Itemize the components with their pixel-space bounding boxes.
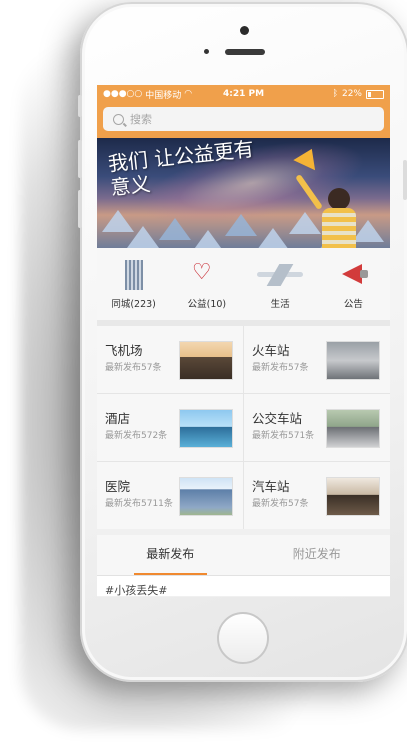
feed-tabs: 最新发布 附近发布 [97,535,390,576]
place-count: 最新发布572条 [105,431,168,441]
proximity-sensor [204,49,209,54]
search-icon [113,113,124,125]
category-shenghuo[interactable]: 生活 [245,258,315,310]
tab-latest[interactable]: 最新发布 [97,535,244,575]
decor-triangle [192,230,224,248]
coach-station-thumbnail [326,477,380,516]
place-tile-train-station[interactable]: 火车站 最新发布57条 [244,326,390,393]
status-bar: ●●●○○ 中国移动 ◠ 4:21 PM ᛒ 22% [97,85,390,103]
place-tile-hotel[interactable]: 酒店 最新发布572条 [97,394,243,461]
mute-switch[interactable] [78,95,82,117]
category-row: 同城(223) ♡ 公益(10) 生活 公告 [97,248,390,326]
bus-stop-thumbnail [326,409,380,448]
tab-nearby[interactable]: 附近发布 [244,535,391,575]
search-input[interactable]: 搜索 [103,107,384,131]
child-figure [295,170,362,248]
place-count: 最新发布5711条 [105,499,173,509]
decor-triangle [127,226,159,248]
airplane-icon [257,258,304,290]
place-title: 火车站 [252,343,290,358]
category-gongyi[interactable]: ♡ 公益(10) [172,258,242,311]
decor-triangle [257,228,289,248]
category-label: 同城(223) [111,299,156,310]
place-tile-bus-stop[interactable]: 公交车站 最新发布571条 [244,394,390,461]
place-tile-hospital[interactable]: 医院 最新发布5711条 [97,462,243,529]
hotel-thumbnail [179,409,233,448]
earpiece-speaker [225,49,265,55]
front-camera [240,26,249,35]
heart-ribbon-icon: ♡ [191,260,212,285]
building-icon [111,258,157,290]
place-count: 最新发布571条 [252,431,315,441]
place-title: 汽车站 [252,479,290,494]
category-tongcheng[interactable]: 同城(223) [99,258,169,310]
place-count: 最新发布57条 [105,363,162,373]
hospital-thumbnail [179,477,233,516]
status-time: 4:21 PM [222,89,265,99]
search-placeholder: 搜索 [130,113,152,126]
place-tile-coach-station[interactable]: 汽车站 最新发布57条 [244,462,390,529]
airport-thumbnail [179,341,233,380]
place-title: 公交车站 [252,411,303,426]
category-gonggao[interactable]: 公告 [318,258,388,310]
place-grid: 飞机场 最新发布57条 火车站 最新发布57条 酒店 最新发布572条 公交车站… [97,326,390,529]
home-button[interactable] [217,612,269,664]
place-tile-airport[interactable]: 飞机场 最新发布57条 [97,326,243,393]
place-count: 最新发布57条 [252,363,309,373]
train-station-thumbnail [326,341,380,380]
volume-down-button[interactable] [78,190,82,228]
search-bar: 搜索 [97,103,390,138]
megaphone-icon [330,258,376,290]
category-label: 生活 [270,299,290,310]
volume-up-button[interactable] [78,140,82,178]
category-label: 公益(10) [187,299,227,310]
category-label: 公告 [343,299,363,310]
place-title: 飞机场 [105,343,143,358]
decor-triangle [159,218,191,240]
battery-icon [366,89,384,99]
place-count: 最新发布57条 [252,499,309,509]
feed-first-item[interactable]: #小孩丢失# [97,576,390,597]
power-button[interactable] [403,160,407,200]
app-screen: ●●●○○ 中国移动 ◠ 4:21 PM ᛒ 22% 搜索 我们 让公益更有意义 [97,85,390,597]
place-title: 酒店 [105,411,131,426]
decor-triangle [225,214,257,236]
hero-banner[interactable]: 我们 让公益更有意义 [97,138,390,248]
place-title: 医院 [105,479,131,494]
